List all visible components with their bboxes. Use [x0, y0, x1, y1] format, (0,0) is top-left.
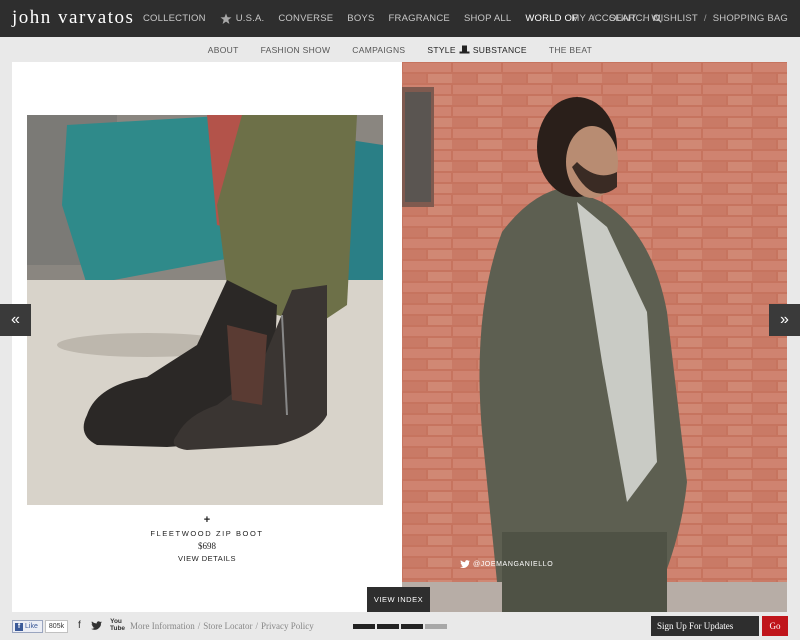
subnav-substance-label: SUBSTANCE	[472, 44, 527, 55]
wishlist-link[interactable]: WISHLIST	[651, 13, 697, 24]
footer-links: More Information / Store Locator / Priva…	[130, 621, 314, 631]
nav-collection[interactable]: COLLECTION	[143, 13, 206, 24]
subnav-style-label: STYLE	[427, 44, 456, 55]
brand-logo[interactable]: john varvatos	[12, 7, 134, 29]
top-bar: john varvatos COLLECTION U.S.A. CONVERSE…	[0, 0, 800, 37]
youtube-icon[interactable]: You Tube	[110, 618, 125, 632]
subnav-style-substance[interactable]: STYLE SUBSTANCE	[427, 45, 526, 55]
nav-shop-all[interactable]: SHOP ALL	[464, 13, 511, 24]
link-separator: /	[255, 621, 258, 631]
my-account-link[interactable]: MY ACCOUNT	[571, 13, 636, 24]
nav-separator: /	[642, 13, 646, 24]
store-locator-link[interactable]: Store Locator	[203, 621, 252, 631]
pager-dot[interactable]	[425, 624, 447, 629]
like-label: Like	[25, 623, 38, 630]
pager-dot[interactable]	[401, 624, 423, 629]
photo-credit-handle: @JOEMANGANIELLO	[473, 560, 554, 568]
subnav-fashion-show[interactable]: FASHION SHOW	[261, 45, 331, 55]
pager-dot[interactable]	[353, 624, 375, 629]
product-panel: + FLEETWOOD ZIP BOOT $698 VIEW DETAILS	[12, 62, 402, 612]
nav-fragrance[interactable]: FRAGRANCE	[389, 13, 450, 24]
like-count: 805k	[45, 620, 68, 633]
star-icon	[220, 13, 232, 24]
sub-nav: ABOUT FASHION SHOW CAMPAIGNS STYLE SUBST…	[0, 37, 800, 62]
nav-converse[interactable]: CONVERSE	[278, 13, 333, 24]
nav-separator: /	[703, 13, 707, 24]
subnav-about[interactable]: ABOUT	[208, 45, 239, 55]
pager-dot[interactable]	[377, 624, 399, 629]
twitter-icon[interactable]	[91, 621, 102, 633]
account-nav: MY ACCOUNT / WISHLIST / SHOPPING BAG	[565, 0, 788, 37]
hat-icon	[459, 45, 470, 54]
double-chevron-left-icon: «	[11, 311, 20, 328]
facebook-like-button[interactable]: f Like	[12, 620, 43, 633]
twitter-icon	[460, 560, 470, 568]
facebook-icon[interactable]: f	[78, 620, 81, 631]
view-details-link[interactable]: VIEW DETAILS	[12, 554, 402, 563]
product-plus[interactable]: +	[12, 514, 402, 526]
facebook-like-icon: f	[15, 622, 23, 631]
privacy-policy-link[interactable]: Privacy Policy	[261, 621, 314, 631]
shopping-bag-link[interactable]: SHOPPING BAG	[713, 13, 788, 24]
carousel-pager	[353, 624, 449, 629]
photo-credit[interactable]: @JOEMANGANIELLO	[460, 560, 553, 568]
previous-arrow-button[interactable]: «	[0, 304, 31, 336]
subnav-the-beat[interactable]: THE BEAT	[549, 45, 592, 55]
boot-image	[27, 115, 383, 505]
email-signup-field[interactable]: Sign Up For Updates	[651, 616, 759, 636]
nav-usa-label: U.S.A.	[235, 13, 265, 24]
more-information-link[interactable]: More Information	[130, 621, 195, 631]
campaign-photo: @JOEMANGANIELLO	[402, 62, 787, 612]
go-button[interactable]: Go	[762, 616, 788, 636]
double-chevron-right-icon: »	[780, 311, 789, 328]
next-arrow-button[interactable]: »	[769, 304, 800, 336]
product-price: $698	[198, 541, 216, 551]
nav-boys[interactable]: BOYS	[347, 13, 374, 24]
footer: f Like 805k f You Tube More Information …	[0, 612, 800, 640]
product-name: FLEETWOOD ZIP BOOT	[150, 529, 264, 538]
model-image	[402, 62, 787, 612]
view-index-button[interactable]: VIEW INDEX	[367, 587, 430, 612]
subnav-campaigns[interactable]: CAMPAIGNS	[352, 45, 405, 55]
nav-usa[interactable]: U.S.A.	[220, 13, 265, 25]
product-photo[interactable]	[27, 115, 383, 505]
link-separator: /	[197, 621, 201, 631]
